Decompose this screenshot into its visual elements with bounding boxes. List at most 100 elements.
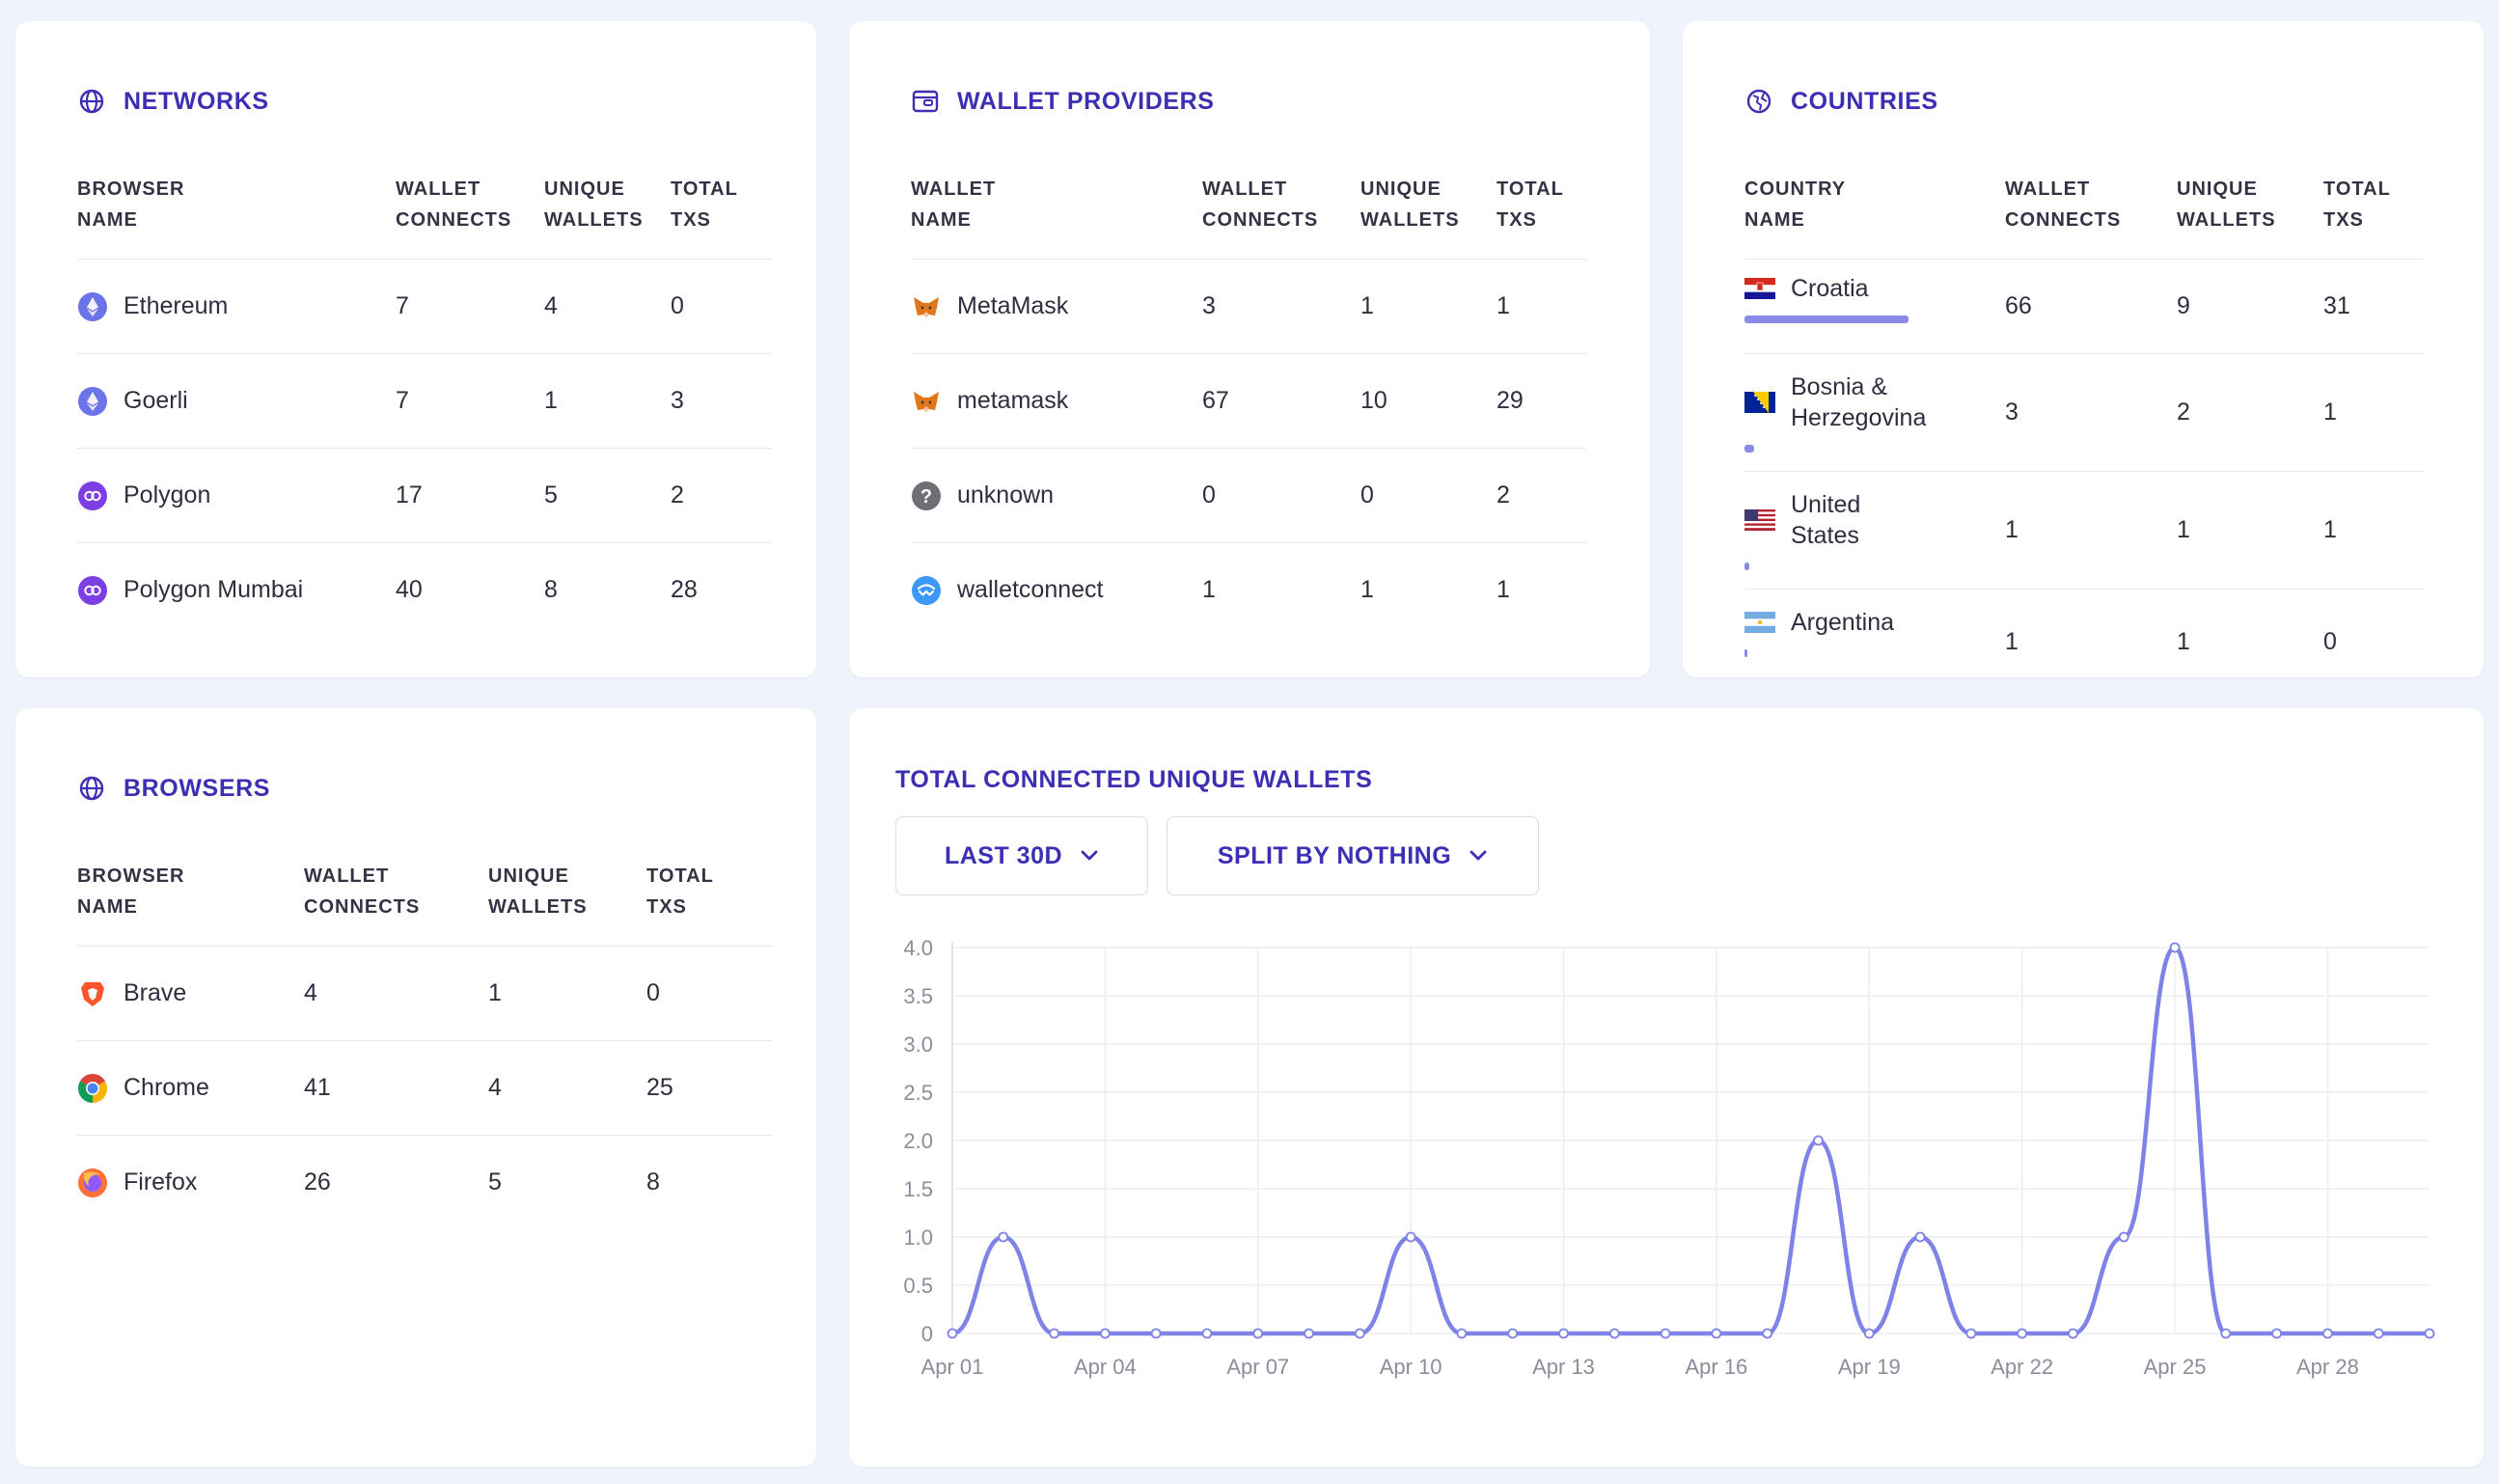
x-tick-label: Apr 25: [2144, 1355, 2207, 1379]
col-header: WALLET CONNECTS: [1202, 166, 1360, 260]
data-point: [2017, 1328, 2028, 1339]
col-header: BROWSER NAME: [77, 166, 396, 260]
data-point: [1304, 1328, 1314, 1339]
wallet-connects-value: 26: [304, 1168, 331, 1196]
col-header: WALLET NAME: [911, 166, 1202, 260]
col-header: TOTAL TXS: [671, 166, 772, 260]
country-name: Argentina: [1791, 608, 1895, 636]
table-row: metamask 67 10 29: [911, 353, 1586, 449]
x-tick-label: Apr 04: [1074, 1355, 1137, 1379]
data-point: [998, 1231, 1009, 1243]
data-point: [2271, 1328, 2283, 1339]
table-row: Polygon 17 5 2: [77, 448, 772, 543]
x-tick-label: Apr 01: [921, 1355, 984, 1379]
globe-pin-icon: [1744, 87, 1773, 116]
x-tick-label: Apr 19: [1838, 1355, 1901, 1379]
data-point: [1813, 1135, 1824, 1146]
wallet-connects-value: 1: [1202, 576, 1216, 604]
unique-wallets-value: 1: [1360, 576, 1374, 604]
country-share-bar: [1744, 649, 1747, 657]
wallet-name: metamask: [957, 387, 1069, 414]
total-txs-value: 2: [1497, 448, 1586, 543]
browsers-title: BROWSERS: [77, 774, 270, 803]
unique-wallets-value: 1: [488, 946, 646, 1041]
total-txs-value: 0: [646, 946, 772, 1041]
table-header-row: COUNTRY NAME WALLET CONNECTS UNIQUE WALL…: [1744, 166, 2425, 260]
unique-wallets-value: 5: [488, 1168, 502, 1196]
y-tick-label: 1.5: [903, 1177, 933, 1201]
total-txs-value: 0: [2323, 628, 2337, 656]
unique-wallets-value: 1: [2177, 628, 2190, 656]
table-row: Firefox 26 5 8: [77, 1136, 772, 1230]
browser-name: Chrome: [124, 1074, 209, 1101]
bosnia-flag-icon: [1744, 387, 1775, 418]
ethereum-icon: [77, 291, 108, 322]
data-point: [1711, 1328, 1722, 1339]
unique-wallets-value: 1: [2177, 471, 2323, 590]
globe-icon: [77, 87, 106, 116]
col-header: TOTAL TXS: [2323, 166, 2425, 260]
y-tick-label: 2.5: [903, 1081, 933, 1105]
y-tick-label: 0: [921, 1322, 933, 1346]
total-txs-value: 1: [2323, 353, 2425, 472]
us-flag-icon: [1744, 505, 1775, 536]
countries-title-text: COUNTRIES: [1791, 87, 1938, 115]
total-txs-value: 1: [1497, 576, 1510, 604]
data-point: [1405, 1231, 1416, 1243]
data-point: [1201, 1328, 1213, 1339]
table-header-row: BROWSER NAME WALLET CONNECTS UNIQUE WALL…: [77, 853, 772, 947]
network-name: Polygon Mumbai: [124, 576, 304, 604]
y-tick-label: 3.5: [903, 984, 933, 1008]
brave-icon: [77, 978, 108, 1009]
table-row: Brave 4 1 0: [77, 946, 772, 1041]
x-tick-label: Apr 28: [2296, 1355, 2359, 1379]
col-header: WALLET CONNECTS: [2005, 166, 2177, 260]
polygon-icon: [77, 575, 108, 606]
y-tick-label: 0.5: [903, 1274, 933, 1298]
col-header: WALLET CONNECTS: [396, 166, 544, 260]
line-chart: 0 0.5 1.0 1.5 2.0 2.5 3.0 3.5 4.0 Apr 01 Apr 04 Apr…: [903, 936, 2435, 1379]
y-tick-label: 3.0: [903, 1032, 933, 1057]
total-txs-value: 31: [2323, 259, 2425, 354]
metamask-fox-icon: [911, 386, 942, 417]
wallet-connects-value: 3: [2005, 353, 2177, 472]
wallet-connects-value: 7: [396, 259, 544, 354]
unique-wallets-value: 0: [1360, 448, 1497, 543]
unique-wallets-value: 1: [1360, 259, 1497, 354]
unique-wallets-value: 4: [544, 259, 671, 354]
total-txs-value: 8: [646, 1168, 660, 1196]
col-header: UNIQUE WALLETS: [2177, 166, 2323, 260]
unique-wallets-value: 5: [544, 448, 671, 543]
table-header-row: WALLET NAME WALLET CONNECTS UNIQUE WALLE…: [911, 166, 1586, 260]
data-point: [1252, 1328, 1264, 1339]
walletconnect-icon: [911, 575, 942, 606]
data-point: [1099, 1328, 1111, 1339]
browsers-title-text: BROWSERS: [124, 774, 271, 802]
table-row: Chrome 41 4 25: [77, 1040, 772, 1136]
data-point: [1914, 1231, 1926, 1243]
data-point: [1507, 1328, 1519, 1339]
data-point: [1456, 1328, 1468, 1339]
globe-icon: [77, 774, 106, 803]
wallet-connects-value: 67: [1202, 353, 1360, 449]
unique-wallets-value: 4: [488, 1040, 646, 1136]
wallet-name: MetaMask: [957, 292, 1069, 319]
wallet-connects-value: 1: [2005, 471, 2177, 590]
wallet-name: walletconnect: [957, 576, 1104, 604]
wallet-providers-title: WALLET PROVIDERS: [911, 87, 1215, 116]
data-point: [1660, 1328, 1671, 1339]
argentina-flag-icon: [1744, 607, 1775, 638]
col-header: TOTAL TXS: [646, 853, 772, 947]
wallet-icon: [911, 87, 940, 116]
data-point: [2424, 1328, 2435, 1339]
metamask-fox-icon: [911, 291, 942, 322]
table-row: Goerli 7 1 3: [77, 353, 772, 449]
wallet-connects-value: 4: [304, 946, 488, 1041]
x-tick-label: Apr 22: [1991, 1355, 2053, 1379]
countries-table: COUNTRY NAME WALLET CONNECTS UNIQUE WALL…: [1744, 166, 2425, 684]
total-txs-value: 1: [2323, 471, 2425, 590]
firefox-icon: [77, 1168, 108, 1198]
country-name: Croatia: [1791, 274, 1869, 302]
networks-title-text: NETWORKS: [124, 87, 269, 115]
wallet-connects-value: 3: [1202, 259, 1360, 354]
